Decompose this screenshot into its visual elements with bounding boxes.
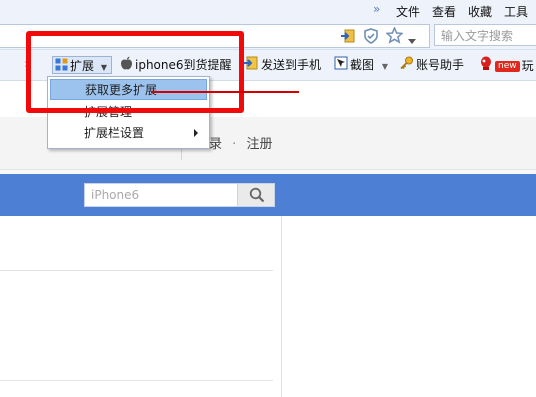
- row-divider: [0, 380, 273, 381]
- send-to-phone-icon: [244, 56, 259, 75]
- menu-tools[interactable]: 工具: [504, 3, 528, 20]
- search-icon: [249, 187, 265, 206]
- game-icon: [479, 56, 493, 76]
- menu-view[interactable]: 查看: [432, 3, 456, 20]
- ext-games[interactable]: new 玩: [479, 56, 534, 74]
- submenu-arrow-icon: [194, 129, 198, 137]
- screenshot-icon: [334, 56, 348, 75]
- ext-label: 发送到手机: [261, 58, 322, 72]
- site-search-input[interactable]: iPhone6: [84, 183, 238, 207]
- site-search-button[interactable]: [237, 183, 275, 207]
- register-link[interactable]: 注册: [246, 137, 272, 152]
- browser-search-input[interactable]: 输入文字搜索: [434, 24, 536, 46]
- ext-account-helper[interactable]: 账号助手: [399, 56, 464, 74]
- login-arrow-icon[interactable]: [340, 28, 356, 47]
- ext-screenshot[interactable]: 截图 ▼: [334, 56, 388, 74]
- overflow-chevron-icon[interactable]: »: [373, 2, 380, 16]
- column-divider: [281, 216, 282, 397]
- annotation-highlight-box: [26, 31, 244, 113]
- chevron-down-icon[interactable]: ▼: [382, 62, 388, 71]
- ext-label: 截图: [350, 58, 375, 72]
- ext-label: 账号助手: [416, 58, 465, 72]
- page-content: [0, 216, 536, 397]
- ext-send-to-phone[interactable]: 发送到手机: [244, 56, 321, 74]
- ext-label: 玩: [521, 58, 534, 73]
- annotation-pointer-line: [151, 91, 299, 93]
- new-badge: new: [495, 60, 520, 72]
- chevron-down-icon[interactable]: [408, 33, 416, 47]
- star-favorite-icon[interactable]: [385, 26, 404, 47]
- shield-icon[interactable]: [363, 28, 379, 47]
- separator-dot: ·: [232, 137, 237, 152]
- key-icon: [399, 56, 414, 75]
- row-divider: [0, 270, 273, 271]
- menu-file[interactable]: 文件: [396, 3, 420, 20]
- menu-favorites[interactable]: 收藏: [468, 3, 492, 20]
- menu-item-extension-bar-settings[interactable]: 扩展栏设置: [50, 123, 207, 144]
- menu-bar: » 文件 查看 收藏 工具: [0, 0, 536, 21]
